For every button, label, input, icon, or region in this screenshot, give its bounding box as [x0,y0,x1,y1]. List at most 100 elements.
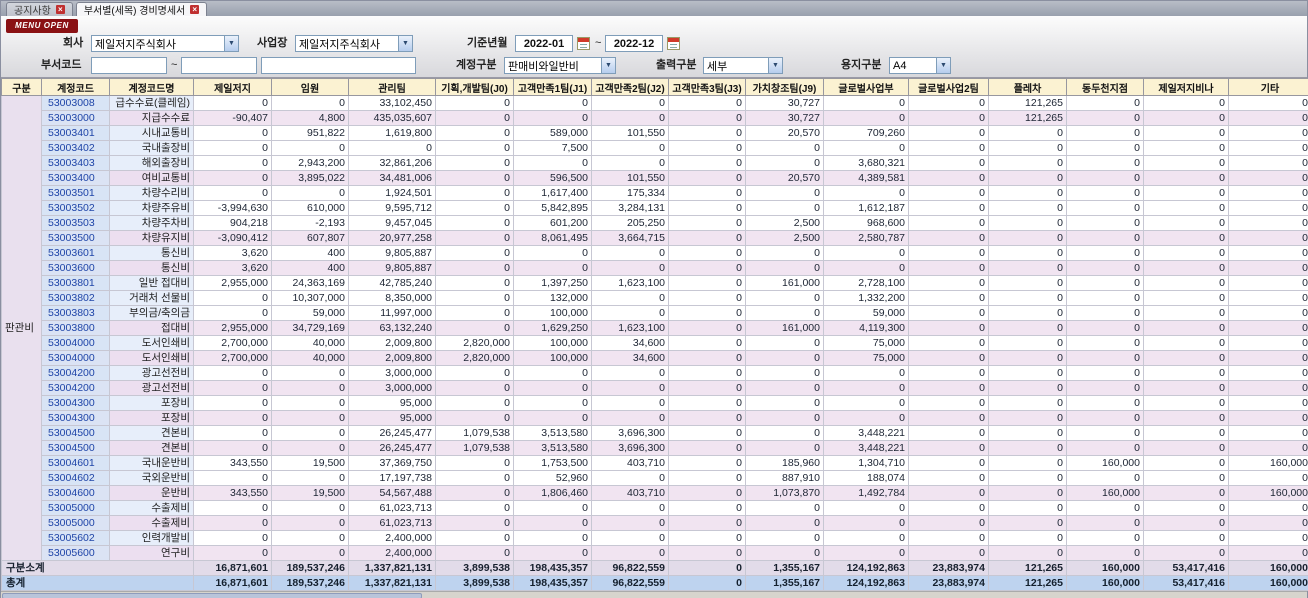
table-row[interactable]: 53003502 차량주유비 -3,994,630 610,000 9,595,712 0… [2,200,1308,216]
amount-cell[interactable]: -2,193 [271,215,349,231]
amount-cell[interactable]: 0 [908,275,989,291]
table-row[interactable]: 53003601 통신비 3,620 400 9,805,887 0 0 0 0 0 0 0 0 0 0 0 [2,245,1308,261]
amount-cell[interactable]: 0 [513,260,592,276]
amount-cell[interactable]: 596,500 [513,170,592,186]
amount-cell[interactable]: 0 [668,305,746,321]
amount-cell[interactable]: 0 [1228,530,1308,546]
amount-cell[interactable]: 0 [1066,545,1144,561]
amount-cell[interactable]: 100,000 [513,350,592,366]
amount-cell[interactable]: 0 [908,170,989,186]
column-header[interactable]: 동두천지점 [1066,78,1144,96]
amount-cell[interactable]: 0 [908,230,989,246]
amount-cell[interactable]: 160,000 [1228,485,1308,501]
amount-cell[interactable]: 0 [1143,275,1229,291]
column-header[interactable]: 고객만족3팀(J3) [668,78,746,96]
amount-cell[interactable]: 0 [513,245,592,261]
amount-cell[interactable]: 0 [193,530,272,546]
amount-cell[interactable]: 160,000 [1066,485,1144,501]
account-code-cell[interactable]: 53004500 [41,440,110,456]
amount-cell[interactable]: 0 [823,185,909,201]
amount-cell[interactable]: 9,457,045 [348,215,436,231]
amount-cell[interactable]: 0 [823,545,909,561]
amount-cell[interactable]: 0 [988,470,1067,486]
amount-cell[interactable]: 101,550 [591,125,669,141]
amount-cell[interactable]: 0 [745,260,824,276]
amount-cell[interactable]: 0 [668,335,746,351]
amount-cell[interactable]: 0 [745,440,824,456]
amount-cell[interactable]: 26,245,477 [348,425,436,441]
amount-cell[interactable]: 0 [348,140,436,156]
amount-cell[interactable]: 3,000,000 [348,365,436,381]
amount-cell[interactable]: 0 [668,215,746,231]
account-code-cell[interactable]: 53004200 [41,380,110,396]
amount-cell[interactable]: 0 [1066,410,1144,426]
account-name-cell[interactable]: 차량주차비 [109,215,194,231]
amount-cell[interactable]: 30,727 [745,95,824,111]
amount-cell[interactable]: 0 [435,470,514,486]
table-row[interactable]: 53003803 부의금/축의금 0 59,000 11,997,000 0 100,000… [2,305,1308,321]
amount-cell[interactable]: 0 [271,410,349,426]
account-code-cell[interactable]: 53003802 [41,290,110,306]
close-icon[interactable]: × [190,5,200,14]
amount-cell[interactable]: 17,197,738 [348,470,436,486]
table-row[interactable]: 53003400 여비교통비 0 3,895,022 34,481,006 0 596,50… [2,170,1308,186]
amount-cell[interactable]: 24,363,169 [271,275,349,291]
table-row[interactable]: 판관비 53003008 급수수료(클레임) 0 0 33,102,450 0 0 0 0 30,7… [1,95,1308,561]
amount-cell[interactable]: 40,000 [271,350,349,366]
amount-cell[interactable]: 403,710 [591,485,669,501]
amount-cell[interactable]: 0 [668,500,746,516]
amount-cell[interactable]: 0 [271,515,349,531]
amount-cell[interactable]: 0 [271,470,349,486]
amount-cell[interactable]: 0 [591,395,669,411]
amount-cell[interactable]: 0 [591,155,669,171]
amount-cell[interactable]: 0 [908,455,989,471]
column-header[interactable]: 가치창조팀(J9) [745,78,824,96]
account-name-cell[interactable]: 일반 접대비 [109,275,194,291]
amount-cell[interactable]: 205,250 [591,215,669,231]
amount-cell[interactable]: 904,218 [193,215,272,231]
amount-cell[interactable]: 0 [668,470,746,486]
amount-cell[interactable]: 0 [668,425,746,441]
amount-cell[interactable]: 0 [823,395,909,411]
amount-cell[interactable]: 0 [668,380,746,396]
amount-cell[interactable]: 0 [668,185,746,201]
amount-cell[interactable]: 1,619,800 [348,125,436,141]
account-name-cell[interactable]: 광고선전비 [109,365,194,381]
amount-cell[interactable]: 0 [193,365,272,381]
amount-cell[interactable]: -3,090,412 [193,230,272,246]
amount-cell[interactable]: 0 [908,500,989,516]
amount-cell[interactable]: 0 [435,455,514,471]
amount-cell[interactable]: 0 [1066,530,1144,546]
amount-cell[interactable]: 0 [1066,110,1144,126]
column-header[interactable]: 관리팀 [348,78,436,96]
account-name-cell[interactable]: 광고선전비 [109,380,194,396]
account-name-cell[interactable]: 운반비 [109,485,194,501]
amount-cell[interactable]: 0 [745,410,824,426]
account-code-cell[interactable]: 53004200 [41,365,110,381]
amount-cell[interactable]: 0 [193,125,272,141]
table-row[interactable]: 53005000 수출제비 0 0 61,023,713 0 0 0 0 0 0 0 0 0 0 0 [2,500,1308,516]
amount-cell[interactable]: 0 [668,200,746,216]
amount-cell[interactable]: 0 [1228,155,1308,171]
account-code-cell[interactable]: 53003801 [41,275,110,291]
amount-cell[interactable]: 95,000 [348,410,436,426]
scrollbar-thumb[interactable] [2,593,422,598]
amount-cell[interactable]: 0 [988,290,1067,306]
amount-cell[interactable]: 0 [988,215,1067,231]
amount-cell[interactable]: 0 [823,500,909,516]
column-header[interactable]: 기획,개발팀(J0) [435,78,514,96]
amount-cell[interactable]: 0 [988,440,1067,456]
amount-cell[interactable]: 0 [668,95,746,111]
amount-cell[interactable]: 0 [435,500,514,516]
amount-cell[interactable]: 0 [1066,170,1144,186]
workplace-select[interactable]: 제일저지주식회사 ▼ [295,35,413,52]
amount-cell[interactable]: 0 [513,155,592,171]
amount-cell[interactable]: 0 [591,365,669,381]
amount-cell[interactable]: 1,492,784 [823,485,909,501]
amount-cell[interactable]: 0 [745,380,824,396]
account-code-cell[interactable]: 53005000 [41,515,110,531]
amount-cell[interactable]: 0 [823,140,909,156]
amount-cell[interactable]: 610,000 [271,200,349,216]
account-type-select[interactable]: 판매비와일반비 ▼ [504,57,616,74]
amount-cell[interactable]: 0 [1228,440,1308,456]
